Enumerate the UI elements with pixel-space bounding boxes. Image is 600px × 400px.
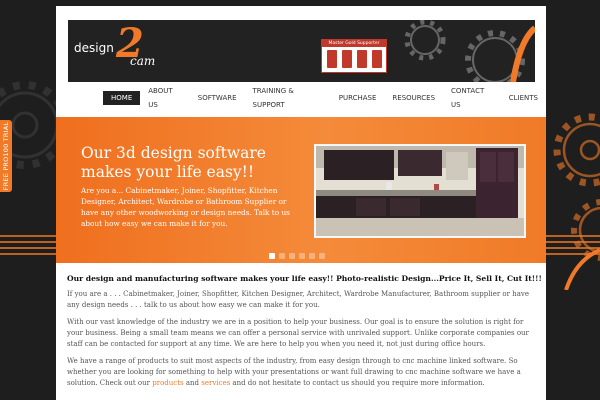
partner-badge-title: Master Gold Supporter [322,40,386,47]
free-trial-tab[interactable]: FREE PRO100 TRIAL [0,120,12,192]
slide-dot[interactable] [299,253,305,259]
logo-text-cam: cam [130,54,156,68]
page-container: design 2 cam Master Gold Supporter HOME … [56,6,546,400]
content-headline: Our design and manufacturing software ma… [67,274,542,283]
logo-text-design: design [74,41,114,55]
slide-dot[interactable] [319,253,325,259]
hero-banner: Our 3d design software makes your life e… [56,117,546,263]
decorative-lines [546,235,600,290]
nav-training-support[interactable]: TRAINING & SUPPORT [245,84,331,112]
slide-dot[interactable] [309,253,315,259]
nav-purchase[interactable]: PURCHASE [331,91,385,105]
kitchen-render-image[interactable] [314,144,526,238]
gear-icon [553,113,600,261]
content-paragraph: We have a range of products to suit most… [67,356,537,389]
paragraph-text: and [185,379,200,387]
main-content: Our design and manufacturing software ma… [67,274,542,395]
slide-dot[interactable] [289,253,295,259]
nav-home[interactable]: HOME [103,91,141,105]
services-link[interactable]: services [201,379,230,387]
site-logo[interactable]: design 2 cam [74,20,164,78]
partner-badge[interactable]: Master Gold Supporter [321,39,387,73]
main-navigation: HOME ABOUT US SOFTWARE TRAINING & SUPPOR… [103,87,546,109]
slide-dot[interactable] [269,253,275,259]
gear-icon [404,20,535,82]
slider-pagination [269,253,325,259]
partner-badge-icons [322,47,386,71]
content-paragraph: If you are a . . . Cabinetmaker, Joiner,… [67,290,529,309]
content-paragraph: With our vast knowledge of the industry … [67,318,529,348]
banner-heading: Our 3d design software makes your life e… [81,144,266,181]
nav-software[interactable]: SOFTWARE [190,91,245,105]
paragraph-text: and do not hesitate to contact us should… [232,379,485,387]
banner-text: Are you a... Cabinetmaker, Joiner, Shopf… [81,186,290,228]
site-header: design 2 cam Master Gold Supporter [68,20,535,82]
decorative-lines [0,235,56,255]
nav-contact-us[interactable]: CONTACT US [443,84,501,112]
products-link[interactable]: products [152,379,183,387]
free-trial-label: FREE PRO100 TRIAL [2,121,10,191]
nav-about-us[interactable]: ABOUT US [140,84,190,112]
nav-resources[interactable]: RESOURCES [384,91,443,105]
nav-clients[interactable]: CLIENTS [501,91,546,105]
slide-dot[interactable] [279,253,285,259]
